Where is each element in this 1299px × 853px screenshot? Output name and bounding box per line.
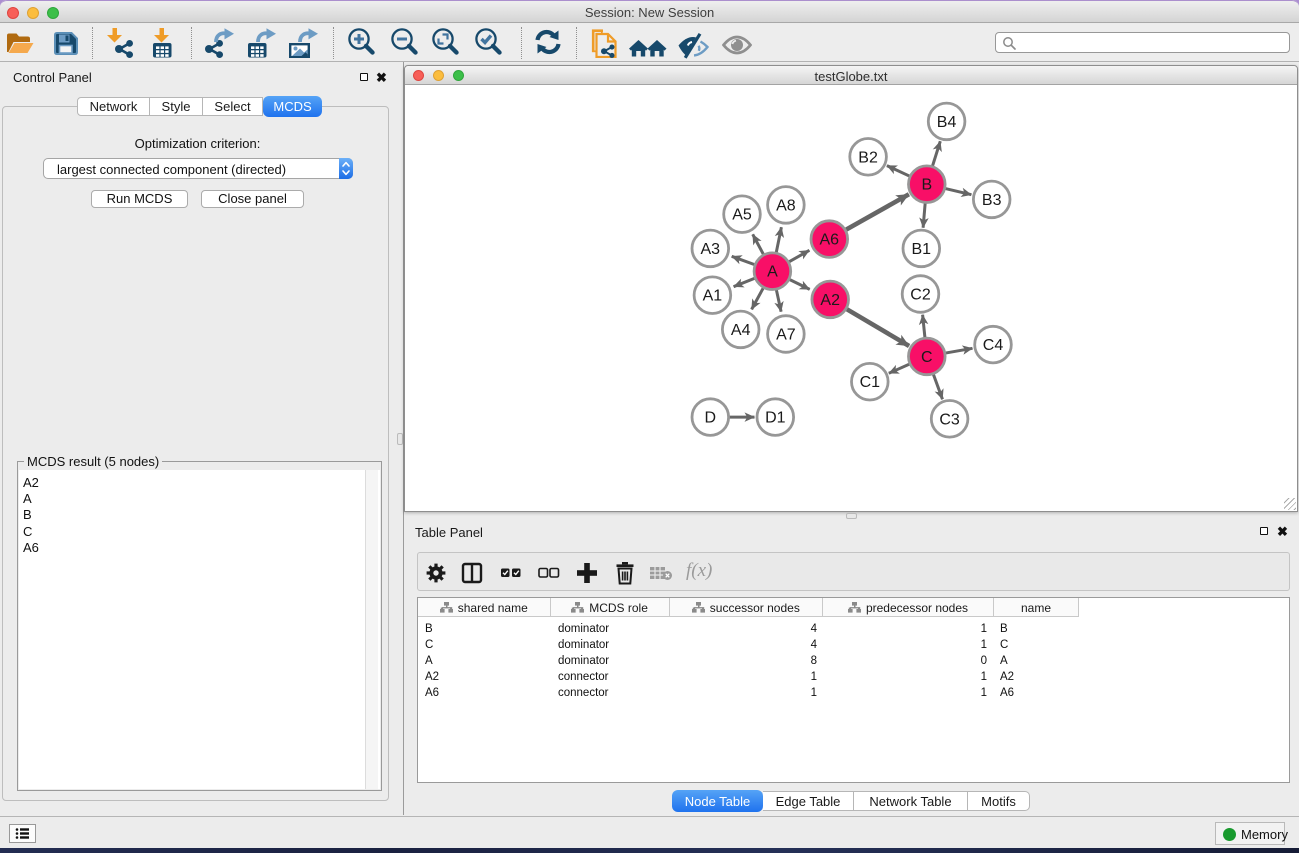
svg-text:A4: A4 xyxy=(731,322,751,339)
svg-text:B1: B1 xyxy=(912,241,932,258)
svg-text:B3: B3 xyxy=(982,192,1002,209)
svg-text:D1: D1 xyxy=(765,410,786,427)
svg-text:A3: A3 xyxy=(701,241,721,258)
svg-text:C2: C2 xyxy=(910,287,931,304)
svg-text:A5: A5 xyxy=(732,207,752,224)
svg-text:A2: A2 xyxy=(820,292,840,309)
svg-text:C4: C4 xyxy=(983,337,1004,354)
svg-text:A1: A1 xyxy=(703,288,723,305)
svg-text:B: B xyxy=(921,177,932,194)
svg-text:A8: A8 xyxy=(776,197,796,214)
svg-text:A6: A6 xyxy=(820,232,840,249)
svg-text:C3: C3 xyxy=(939,411,960,428)
svg-text:C: C xyxy=(921,349,933,366)
svg-text:A: A xyxy=(767,264,778,281)
svg-text:B2: B2 xyxy=(858,149,878,166)
svg-text:A7: A7 xyxy=(776,327,796,344)
svg-text:B4: B4 xyxy=(937,114,957,131)
svg-text:D: D xyxy=(705,410,717,427)
svg-text:C1: C1 xyxy=(860,374,881,391)
